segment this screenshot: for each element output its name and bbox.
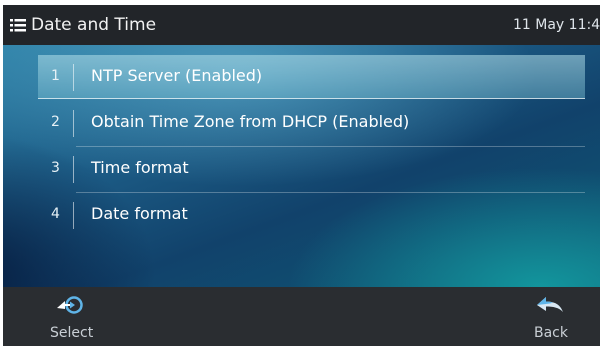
back-arrow-icon: [537, 297, 563, 312]
menu-item-ntp-server[interactable]: 1 NTP Server (Enabled): [38, 55, 585, 99]
menu-item-separator: [73, 110, 74, 137]
menu-item-separator: [73, 64, 74, 91]
menu-panel: 1 NTP Server (Enabled) 2 Obtain Time Zon…: [3, 45, 600, 287]
menu-item-date-format[interactable]: 4 Date format: [38, 193, 585, 237]
menu-item-number: 4: [51, 206, 60, 222]
menu-item-number: 3: [51, 160, 60, 176]
menu-item-label: Obtain Time Zone from DHCP (Enabled): [91, 112, 410, 131]
select-arrow-icon: [57, 296, 83, 314]
select-softkey[interactable]: Select: [43, 287, 123, 346]
phone-screen: Date and Time 11 May 11:4 1 NTP Server (…: [3, 5, 600, 346]
menu-list-icon: [10, 19, 26, 32]
menu-item-time-format[interactable]: 3 Time format: [38, 147, 585, 191]
page-title: Date and Time: [31, 15, 157, 35]
softkey-bar: Select Back: [3, 287, 600, 346]
back-softkey[interactable]: Back: [528, 287, 588, 346]
menu-item-separator: [73, 156, 74, 183]
date-time-display: 11 May 11:4: [513, 17, 600, 33]
menu-item-label: Date format: [91, 204, 188, 223]
menu-item-number: 1: [51, 68, 60, 84]
menu-item-label: Time format: [91, 158, 189, 177]
menu-item-label: NTP Server (Enabled): [91, 66, 263, 85]
menu-item-separator: [73, 202, 74, 229]
menu-item-timezone-dhcp[interactable]: 2 Obtain Time Zone from DHCP (Enabled): [38, 101, 585, 145]
select-softkey-label: Select: [50, 325, 94, 341]
title-bar: Date and Time 11 May 11:4: [3, 5, 600, 45]
back-softkey-label: Back: [534, 325, 568, 341]
menu-item-number: 2: [51, 114, 60, 130]
